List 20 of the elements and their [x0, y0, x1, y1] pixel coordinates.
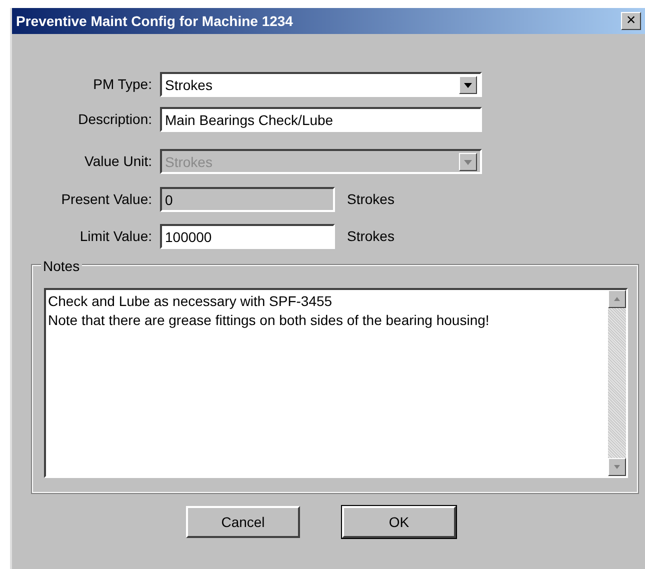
unit-label: Strokes [347, 190, 394, 209]
cancel-button[interactable]: Cancel [186, 506, 300, 538]
scroll-down-icon[interactable] [608, 458, 626, 476]
input-field[interactable]: 0 [160, 187, 335, 212]
input-field[interactable]: 100000 [160, 224, 335, 249]
ok-button[interactable]: OK [342, 506, 456, 538]
input-field[interactable]: Main Bearings Check/Lube [160, 107, 482, 132]
field-label: Limit Value: [78, 227, 153, 246]
dropdown[interactable]: Strokes [160, 72, 482, 97]
window-title: Preventive Maint Config for Machine 1234 [16, 12, 293, 31]
close-button[interactable]: × [621, 12, 641, 30]
field-label: Description: [77, 110, 153, 129]
field-label: PM Type: [92, 75, 153, 94]
scrollbar[interactable] [608, 290, 626, 476]
field-label: Present Value: [60, 190, 153, 209]
notes-text: Check and Lube as necessary with SPF-3455 Note that there are grease fittings on both sides of the bearing housing! [47, 292, 490, 330]
scroll-up-icon[interactable] [608, 290, 626, 308]
field-label: Value Unit: [84, 152, 153, 171]
unit-label: Strokes [347, 227, 394, 246]
notes-field[interactable]: Check and Lube as necessary with SPF-3455 Note that there are grease fittings on both sides of the bearing housing! [44, 288, 628, 478]
